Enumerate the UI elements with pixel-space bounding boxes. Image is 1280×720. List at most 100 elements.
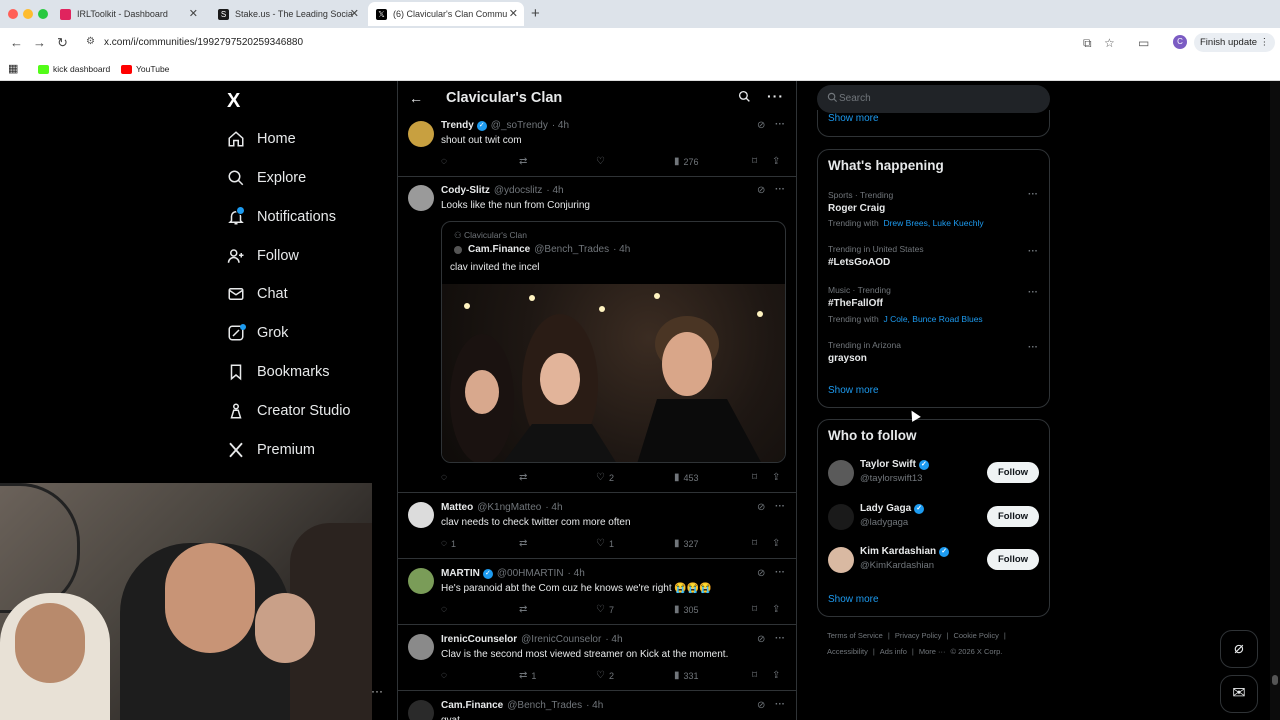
maximize-window-button[interactable] <box>38 9 48 19</box>
share-button[interactable]: ⇪ <box>772 604 784 615</box>
post[interactable]: Trendy ✓ @_soTrendy · 4h ⊘ ··· shout out… <box>398 117 796 177</box>
avatar[interactable] <box>408 568 434 594</box>
bookmark-kick-dashboard[interactable]: kick dashboard <box>38 64 110 74</box>
quoted-post[interactable]: ⚇ Clavicular's Clan Cam.Finance @Bench_T… <box>441 221 786 463</box>
author-name[interactable]: MARTIN <box>441 568 480 579</box>
repost-button[interactable]: ⇄ <box>519 538 531 549</box>
more-options-icon[interactable]: ··· <box>371 684 383 698</box>
post[interactable]: Matteo @K1ngMatteo · 4h ⊘ ··· clav needs… <box>398 493 796 559</box>
post-time[interactable]: · 4h <box>568 568 585 579</box>
reply-button[interactable]: ◌ 1 <box>441 538 456 549</box>
show-more-link[interactable]: Show more <box>828 113 879 124</box>
bookmark-button[interactable]: ⌑ <box>752 538 761 549</box>
messages-fab-button[interactable]: ✉ <box>1220 675 1258 713</box>
more-icon[interactable]: ··· <box>775 501 785 512</box>
trend-related[interactable]: Drew Brees, Luke Kuechly <box>883 218 983 228</box>
install-app-icon[interactable]: ⧉ <box>1083 36 1092 51</box>
share-button[interactable]: ⇪ <box>772 538 784 549</box>
search-icon[interactable] <box>738 90 751 106</box>
nav-grok[interactable]: Grok <box>227 321 288 345</box>
bookmark-star-icon[interactable]: ☆ <box>1104 36 1115 50</box>
show-more-link[interactable]: Show more <box>828 594 879 605</box>
author-handle[interactable]: @ydocslitz <box>494 185 543 196</box>
author-name[interactable]: Matteo <box>441 502 473 513</box>
more-icon[interactable]: ··· <box>775 119 785 130</box>
more-icon[interactable]: ··· <box>1028 287 1038 298</box>
reload-icon[interactable]: ↻ <box>57 35 68 51</box>
post-time[interactable]: · 4h <box>552 120 569 131</box>
post-time[interactable]: · 4h <box>605 634 622 645</box>
repost-button[interactable]: ⇄ <box>519 472 531 483</box>
post[interactable]: Cody-Slitz @ydocslitz · 4h ⊘ ··· Looks l… <box>398 177 796 493</box>
minimize-window-button[interactable] <box>23 9 33 19</box>
like-button[interactable]: ♡ 2 <box>596 472 614 483</box>
avatar[interactable] <box>828 547 854 573</box>
reply-button[interactable]: ◌ <box>441 670 451 681</box>
author-handle[interactable]: @_soTrendy <box>491 120 548 131</box>
grok-icon[interactable]: ⊘ <box>757 634 765 645</box>
scrollbar-thumb[interactable] <box>1272 675 1278 685</box>
privacy-link[interactable]: Privacy Policy <box>895 631 942 640</box>
more-icon[interactable]: ··· <box>775 699 785 710</box>
nav-chat[interactable]: Chat <box>227 282 288 306</box>
grok-fab-button[interactable]: ⌀ <box>1220 630 1258 668</box>
bookmark-button[interactable]: ⌑ <box>752 604 761 615</box>
new-tab-icon[interactable]: + <box>531 5 540 22</box>
site-info-icon[interactable]: ⚙ <box>86 36 95 47</box>
follow-button[interactable]: Follow <box>987 462 1039 483</box>
grok-icon[interactable]: ⊘ <box>757 568 765 579</box>
apps-grid-icon[interactable]: ▦ <box>8 62 18 75</box>
grok-icon[interactable]: ⊘ <box>757 502 765 513</box>
follow-suggestion[interactable]: Taylor Swift ✓ @taylorswift13 Follow <box>828 458 1043 488</box>
suggestion-name[interactable]: Taylor Swift <box>860 459 916 470</box>
views-button[interactable]: ▮ 453 <box>674 472 699 483</box>
suggestion-name[interactable]: Kim Kardashian <box>860 546 936 557</box>
scrollbar[interactable] <box>1270 81 1280 720</box>
close-tab-icon[interactable]: ✕ <box>189 7 198 20</box>
more-icon[interactable]: ··· <box>775 184 785 195</box>
nav-explore[interactable]: Explore <box>227 166 306 190</box>
more-icon[interactable]: ··· <box>1028 342 1038 353</box>
bookmark-youtube[interactable]: YouTube <box>121 64 169 74</box>
avatar[interactable] <box>828 460 854 486</box>
post-time[interactable]: · 4h <box>545 502 562 513</box>
views-button[interactable]: ▮ 276 <box>674 156 699 167</box>
follow-suggestion[interactable]: Lady Gaga ✓ @ladygaga Follow <box>828 502 1043 532</box>
author-name[interactable]: Cam.Finance <box>441 700 503 711</box>
reply-button[interactable]: ◌ <box>441 604 451 615</box>
accessibility-link[interactable]: Accessibility <box>827 647 868 656</box>
author-name[interactable]: IrenicCounselor <box>441 634 517 645</box>
back-arrow-icon[interactable]: ← <box>10 35 23 50</box>
quoted-post-image[interactable] <box>442 284 785 462</box>
post[interactable]: MARTIN ✓ @00HMARTIN · 4h ⊘ ··· He's para… <box>398 559 796 625</box>
author-name[interactable]: Trendy <box>441 120 474 131</box>
author-handle[interactable]: @00HMARTIN <box>497 568 564 579</box>
grok-icon[interactable]: ⊘ <box>757 700 765 711</box>
bookmark-button[interactable]: ⌑ <box>752 156 761 167</box>
close-window-button[interactable] <box>8 9 18 19</box>
nav-creator-studio[interactable]: Creator Studio <box>227 399 351 423</box>
share-button[interactable]: ⇪ <box>772 472 784 483</box>
more-icon[interactable]: ··· <box>1028 246 1038 257</box>
share-button[interactable]: ⇪ <box>772 670 784 681</box>
avatar[interactable] <box>408 634 434 660</box>
grok-icon[interactable]: ⊘ <box>757 185 765 196</box>
more-icon[interactable]: ··· <box>767 88 784 104</box>
follow-button[interactable]: Follow <box>987 506 1039 527</box>
like-button[interactable]: ♡ <box>596 156 609 167</box>
repost-button[interactable]: ⇄ 1 <box>519 670 536 681</box>
views-button[interactable]: ▮ 305 <box>674 604 699 615</box>
finish-update-button[interactable]: Finish update ⋮ <box>1194 33 1276 52</box>
avatar[interactable] <box>408 121 434 147</box>
more-link[interactable]: More ··· <box>919 647 946 656</box>
close-tab-icon[interactable]: ✕ <box>509 7 518 20</box>
trend-related[interactable]: J Cole, Bunce Road Blues <box>883 314 982 324</box>
post-time[interactable]: · 4h <box>586 700 603 711</box>
follow-suggestion[interactable]: Kim Kardashian ✓ @KimKardashian Follow <box>828 545 1043 575</box>
like-button[interactable]: ♡ 2 <box>596 670 614 681</box>
browser-tab[interactable]: S Stake.us - The Leading Social ✕ <box>210 2 365 26</box>
post[interactable]: IrenicCounselor @IrenicCounselor · 4h ⊘ … <box>398 625 796 691</box>
bookmark-button[interactable]: ⌑ <box>752 472 761 483</box>
nav-premium[interactable]: Premium <box>227 438 315 462</box>
show-more-link[interactable]: Show more <box>828 385 879 396</box>
